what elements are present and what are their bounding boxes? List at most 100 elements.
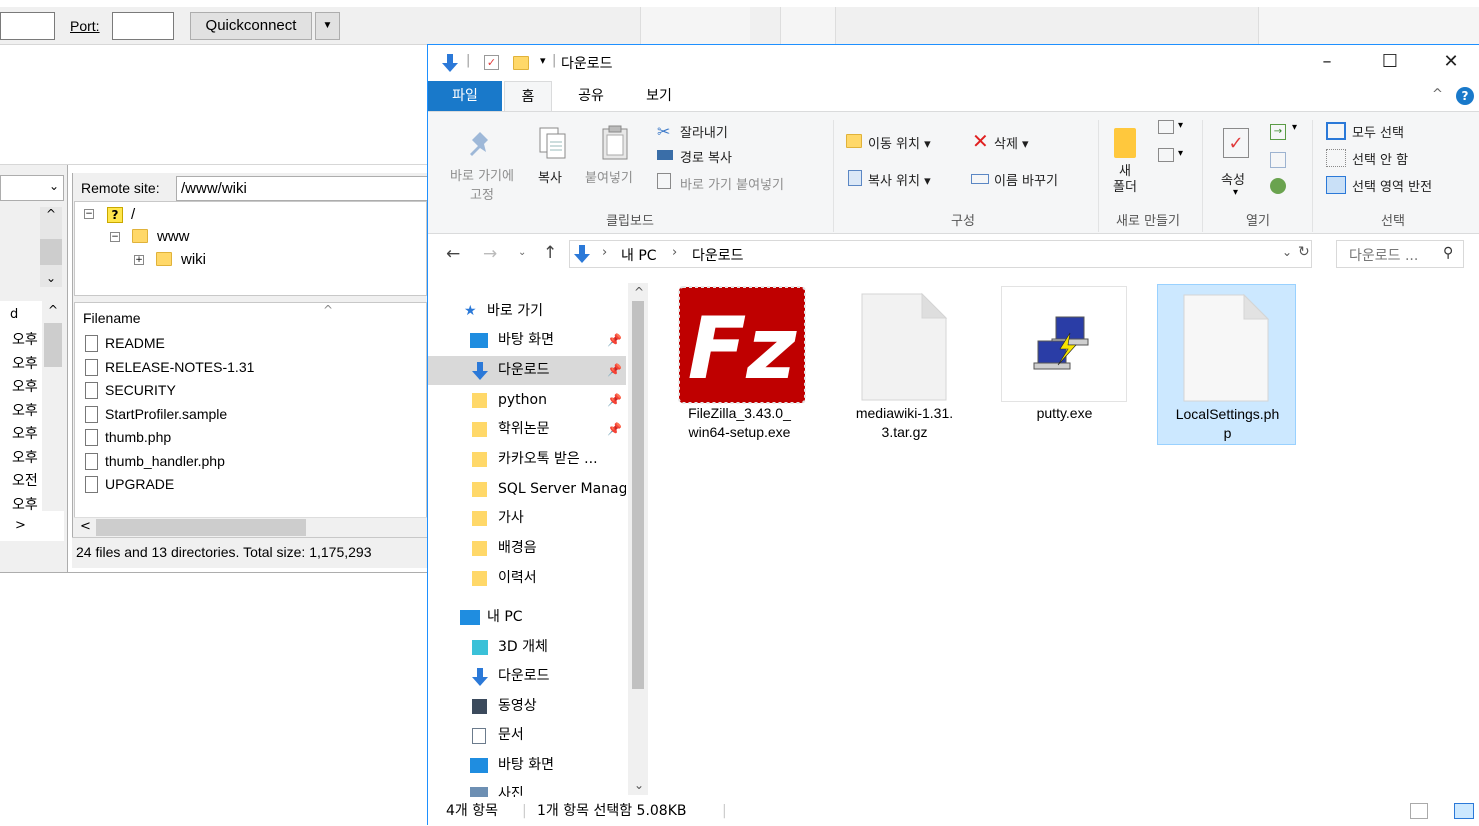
quickconnect-button[interactable]: Quickconnect	[190, 12, 312, 40]
nav-downloads-pc[interactable]: 다운로드	[428, 662, 626, 691]
properties-quick-icon[interactable]: ✓	[484, 55, 499, 70]
copy-button[interactable]: 복사	[538, 167, 562, 186]
tree-item-wiki[interactable]: wiki	[181, 251, 206, 268]
rename-button[interactable]: 이름 바꾸기	[994, 170, 1058, 189]
tree-root[interactable]: /	[131, 206, 135, 223]
up-arrow-icon[interactable]: ↑	[543, 243, 557, 263]
history-icon[interactable]	[1270, 178, 1286, 194]
table-row[interactable]: UPGRADE	[105, 476, 174, 492]
move-to-button[interactable]: 이동 위치 ▾	[868, 133, 931, 152]
new-folder-button[interactable]: 새 폴더	[1110, 164, 1140, 196]
nav-desktop[interactable]: 바탕 화면 📌	[428, 326, 626, 355]
properties-button[interactable]: 속성	[1221, 169, 1245, 188]
file-tile-filezilla[interactable]: Fz FileZilla_3.43.0_ win64-setup.exe	[670, 284, 809, 444]
tab-share[interactable]: 공유	[566, 81, 616, 111]
pin-icon[interactable]: 📌	[607, 326, 622, 355]
delete-button[interactable]: 삭제 ▾	[994, 133, 1029, 152]
open-icon[interactable]: →	[1270, 124, 1286, 140]
remote-path-input[interactable]: /www/wiki	[176, 176, 436, 201]
pin-icon[interactable]: 📌	[607, 356, 622, 385]
table-row[interactable]: SECURITY	[105, 382, 176, 398]
scroll-left-icon[interactable]: <	[80, 519, 91, 534]
nav-3d-objects[interactable]: 3D 개체	[428, 633, 626, 662]
properties-dropdown-icon[interactable]: ▾	[1233, 187, 1238, 198]
maximize-button[interactable]: ☐	[1361, 45, 1419, 79]
nav-resume[interactable]: 이력서	[428, 564, 626, 593]
filename-column-header[interactable]: Filename	[83, 310, 141, 326]
nav-documents[interactable]: 문서	[428, 721, 626, 750]
pin-icon[interactable]: 📌	[607, 415, 622, 444]
paste-shortcut-button[interactable]: 바로 가기 붙여넣기	[680, 174, 784, 193]
horizontal-scrollbar[interactable]: <	[74, 517, 427, 537]
pin-icon[interactable]: 📌	[607, 386, 622, 415]
address-bar[interactable]: › 내 PC › 다운로드 ⌄ ↻	[569, 240, 1312, 268]
large-icons-view-icon[interactable]	[1454, 803, 1474, 819]
nav-desktop-pc[interactable]: 바탕 화면	[428, 751, 626, 780]
open-dropdown-icon[interactable]: ▾	[1292, 122, 1297, 133]
nav-sql-server[interactable]: SQL Server Manag	[428, 475, 626, 504]
table-row[interactable]: thumb.php	[105, 429, 171, 445]
table-row[interactable]: thumb_handler.php	[105, 453, 225, 469]
minimize-button[interactable]: –	[1298, 45, 1356, 79]
search-input[interactable]: 다운로드 ... ⚲	[1336, 240, 1464, 268]
nav-downloads[interactable]: 다운로드 📌	[428, 356, 626, 385]
invert-selection-button[interactable]: 선택 영역 반전	[1352, 176, 1432, 195]
close-button[interactable]: ✕	[1422, 45, 1479, 79]
new-item-icon[interactable]	[1158, 120, 1174, 134]
help-icon[interactable]: ?	[1456, 87, 1474, 105]
file-tile-localsettings[interactable]: LocalSettings.ph p	[1157, 284, 1296, 445]
select-all-button[interactable]: 모두 선택	[1352, 122, 1404, 141]
scroll-thumb[interactable]	[40, 239, 62, 265]
collapse-icon[interactable]: −	[84, 209, 94, 219]
nav-scrollbar[interactable]: ^ ⌄	[628, 283, 648, 795]
refresh-icon[interactable]: ↻	[1298, 244, 1310, 260]
file-tile-putty[interactable]: putty.exe	[995, 284, 1134, 444]
scroll-down-icon[interactable]: ⌄	[634, 778, 644, 792]
cut-button[interactable]: 잘라내기	[680, 122, 728, 141]
local-list-scrollbar[interactable]: ^	[42, 301, 64, 511]
nav-bgm[interactable]: 배경음	[428, 534, 626, 563]
nav-pictures[interactable]: 사진	[428, 780, 626, 797]
scroll-thumb[interactable]	[44, 323, 62, 367]
nav-videos[interactable]: 동영상	[428, 692, 626, 721]
easy-access-icon[interactable]	[1158, 148, 1174, 162]
quickconnect-dropdown-button[interactable]: ▼	[315, 12, 340, 40]
nav-my-pc[interactable]: 내 PC	[428, 603, 626, 632]
table-row[interactable]: RELEASE-NOTES-1.31	[105, 359, 254, 375]
tree-item-www[interactable]: www	[157, 228, 190, 245]
paste-button[interactable]: 붙여넣기	[585, 167, 633, 186]
collapse-icon[interactable]: −	[110, 232, 120, 242]
collapse-ribbon-icon[interactable]: ^	[1432, 87, 1443, 102]
new-folder-quick-icon[interactable]	[513, 56, 529, 70]
chevron-down-icon[interactable]: ⌄	[1282, 245, 1292, 259]
table-row[interactable]: StartProfiler.sample	[105, 406, 227, 422]
select-none-button[interactable]: 선택 안 함	[1352, 149, 1408, 168]
new-item-dropdown-icon[interactable]: ▾	[1178, 120, 1183, 131]
local-site-dropdown[interactable]: ⌄	[0, 175, 64, 201]
copy-to-button[interactable]: 복사 위치 ▾	[868, 170, 931, 189]
easy-access-dropdown-icon[interactable]: ▾	[1178, 148, 1183, 159]
tab-home[interactable]: 홈	[504, 81, 552, 111]
local-tree-scrollbar[interactable]: ^ ⌄	[40, 207, 62, 287]
copy-path-button[interactable]: 경로 복사	[680, 147, 732, 166]
nav-lyrics[interactable]: 가사	[428, 504, 626, 533]
tab-file[interactable]: 파일	[428, 81, 502, 111]
forward-arrow-icon[interactable]: →	[483, 244, 497, 264]
scroll-up-icon[interactable]: ^	[634, 285, 644, 299]
breadcrumb-downloads[interactable]: 다운로드	[692, 245, 744, 265]
file-tile-mediawiki[interactable]: mediawiki-1.31. 3.tar.gz	[835, 284, 974, 444]
port-field[interactable]	[112, 12, 174, 40]
tab-view[interactable]: 보기	[634, 81, 684, 111]
nav-python[interactable]: python 📌	[428, 386, 626, 415]
table-row[interactable]: README	[105, 335, 165, 351]
edit-icon[interactable]	[1270, 152, 1286, 168]
breadcrumb-my-pc[interactable]: 내 PC	[621, 245, 657, 265]
customize-quick-access-icon[interactable]: ▾	[540, 54, 546, 67]
back-arrow-icon[interactable]: ←	[446, 244, 460, 264]
scroll-right-icon[interactable]: >	[15, 518, 26, 533]
recent-locations-icon[interactable]: ⌄	[518, 247, 526, 258]
scroll-thumb[interactable]	[632, 301, 644, 689]
expand-icon[interactable]: +	[134, 255, 144, 265]
nav-quick-access[interactable]: ★ 바로 가기	[428, 297, 626, 326]
scroll-thumb[interactable]	[96, 519, 306, 536]
